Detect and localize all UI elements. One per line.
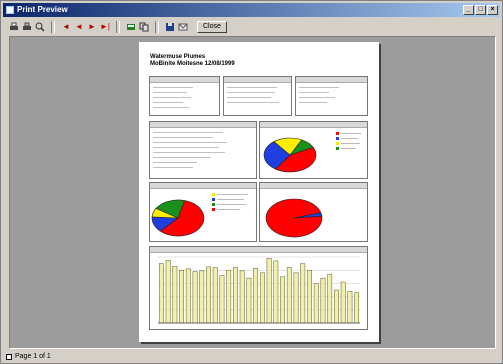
report-page: Watermuse Plumes MoBinite Moitesne 12/08… bbox=[139, 42, 379, 342]
bar bbox=[266, 258, 272, 324]
bar bbox=[280, 276, 285, 324]
next-page-icon[interactable]: ► bbox=[87, 22, 97, 32]
print-preview-window: Print Preview _ □ × ◄ ◄ ► ►| Close Water… bbox=[0, 0, 503, 364]
bar bbox=[273, 260, 279, 324]
bar bbox=[300, 263, 306, 324]
print-setup-icon[interactable] bbox=[22, 22, 32, 32]
bar bbox=[334, 289, 339, 324]
last-page-icon[interactable]: ►| bbox=[100, 22, 110, 32]
bar bbox=[347, 291, 353, 324]
preview-canvas[interactable]: Watermuse Plumes MoBinite Moitesne 12/08… bbox=[9, 36, 496, 349]
toolbar-separator bbox=[51, 21, 55, 33]
summary-box-3 bbox=[295, 76, 368, 116]
copy-icon[interactable] bbox=[139, 22, 149, 32]
status-bar: Page 1 of 1 bbox=[3, 351, 500, 363]
bar-chart bbox=[158, 256, 360, 324]
zoom-icon[interactable] bbox=[35, 22, 45, 32]
page-icon bbox=[6, 354, 12, 360]
printer-icon[interactable] bbox=[9, 22, 19, 32]
bar bbox=[340, 281, 346, 324]
pie-chart-box-3 bbox=[259, 182, 368, 242]
bar bbox=[246, 277, 252, 324]
bar bbox=[158, 263, 164, 324]
bar bbox=[327, 273, 333, 324]
pie-chart-box-2 bbox=[149, 182, 257, 242]
report-title-line-2: MoBinite Moitesne 12/08/1999 bbox=[150, 61, 235, 67]
detail-box bbox=[149, 121, 257, 179]
bar bbox=[286, 267, 292, 324]
summary-box-2 bbox=[223, 76, 292, 116]
bar-chart-box bbox=[149, 246, 368, 330]
bar bbox=[226, 269, 232, 324]
pie-chart-2 bbox=[151, 193, 248, 237]
bar bbox=[212, 267, 218, 324]
close-window-button[interactable]: × bbox=[487, 5, 498, 15]
export-icon[interactable] bbox=[126, 22, 136, 32]
bar bbox=[172, 265, 178, 324]
legend-1 bbox=[336, 132, 361, 150]
bar bbox=[320, 277, 326, 324]
bar bbox=[239, 270, 245, 324]
bar bbox=[307, 269, 312, 324]
page-indicator: Page 1 of 1 bbox=[15, 353, 51, 360]
toolbar-separator bbox=[155, 21, 159, 33]
bar bbox=[313, 283, 319, 324]
bar bbox=[219, 275, 225, 324]
minimize-button[interactable]: _ bbox=[463, 5, 474, 15]
bar bbox=[259, 272, 265, 324]
bar bbox=[192, 271, 198, 324]
bar bbox=[206, 266, 211, 324]
close-button[interactable]: Close bbox=[197, 21, 227, 33]
report-title: Watermuse Plumes MoBinite Moitesne 12/08… bbox=[150, 54, 235, 68]
bar bbox=[165, 260, 171, 324]
title-bar[interactable]: Print Preview _ □ × bbox=[3, 3, 500, 17]
toolbar-separator bbox=[116, 21, 120, 33]
legend-2 bbox=[212, 193, 248, 211]
toolbar: ◄ ◄ ► ►| Close bbox=[3, 19, 500, 35]
mail-icon[interactable] bbox=[178, 22, 188, 32]
bar bbox=[199, 270, 205, 324]
previous-page-icon[interactable]: ◄ bbox=[74, 22, 84, 32]
bar bbox=[185, 268, 191, 324]
app-icon bbox=[6, 6, 14, 14]
bar bbox=[293, 272, 299, 324]
report-title-line-1: Watermuse Plumes bbox=[150, 54, 206, 60]
first-page-icon[interactable]: ◄ bbox=[61, 22, 71, 32]
pie-chart-box-1 bbox=[259, 121, 368, 179]
save-icon[interactable] bbox=[165, 22, 175, 32]
pie-chart-1 bbox=[263, 132, 361, 173]
bar bbox=[179, 269, 184, 324]
bar bbox=[233, 267, 238, 324]
bar bbox=[354, 292, 360, 324]
bar bbox=[253, 267, 259, 324]
maximize-button[interactable]: □ bbox=[475, 5, 486, 15]
summary-box-1 bbox=[149, 76, 220, 116]
window-title: Print Preview bbox=[17, 5, 68, 14]
pie-chart-3 bbox=[265, 198, 323, 238]
